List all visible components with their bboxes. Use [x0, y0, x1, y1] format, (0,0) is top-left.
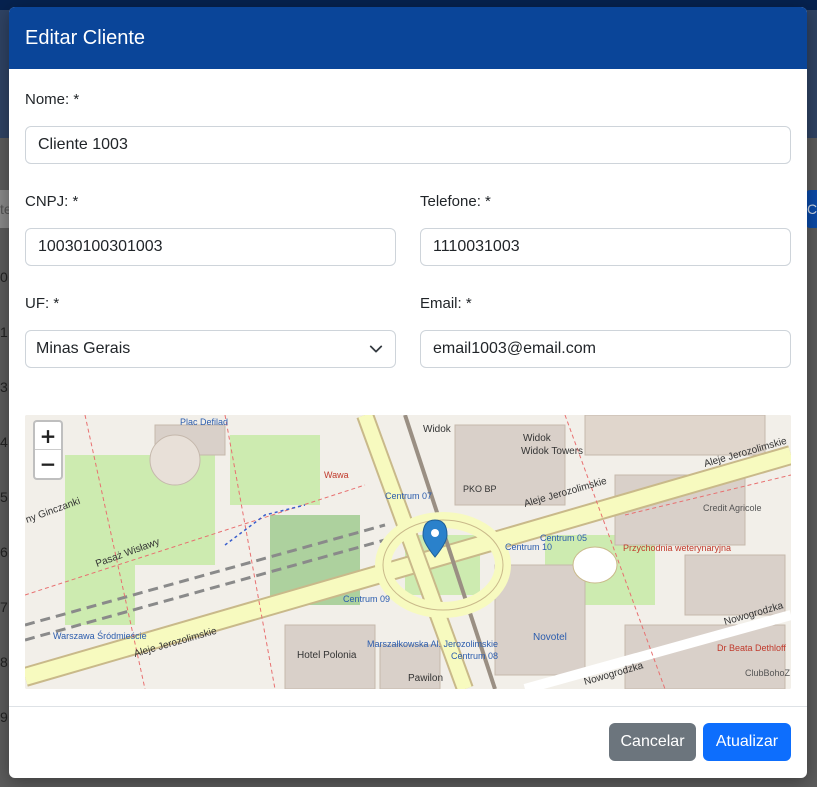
map-label: Marszałkowska Al. Jerozolimskie — [367, 639, 498, 649]
modal-header: Editar Cliente — [9, 7, 807, 69]
background-row-number: 7 — [0, 599, 8, 615]
background-row-number: 6 — [0, 544, 8, 560]
background-row-number: 3 — [0, 379, 8, 395]
background-row-number: 0 — [0, 269, 8, 285]
map-label: PKO BP — [463, 484, 497, 494]
zoom-in-button[interactable]: + — [35, 422, 61, 450]
map-label: Pawilon — [408, 673, 443, 684]
background-row-number: 4 — [0, 434, 8, 450]
background-row-number: 9 — [0, 709, 8, 725]
uf-select[interactable]: Minas Gerais — [25, 330, 396, 368]
background-table: 0 1 3 4 5 6 7 8 9 — [0, 250, 9, 745]
background-row-number: 5 — [0, 489, 8, 505]
update-button[interactable]: Atualizar — [703, 723, 791, 761]
nome-input[interactable]: Cliente 1003 — [25, 126, 791, 164]
uf-label: UF: * — [25, 295, 60, 312]
nome-label: Nome: * — [25, 91, 80, 108]
uf-selected-value: Minas Gerais — [36, 340, 131, 357]
map-label: Widok — [523, 433, 552, 444]
email-input[interactable]: email1003@email.com — [420, 330, 791, 368]
map-label: Widok — [423, 424, 452, 435]
map-label: Warszawa Śródmieście — [53, 630, 147, 641]
background-button: Ca — [806, 190, 817, 228]
map-label: Credit Agricole — [703, 503, 762, 513]
cancel-button[interactable]: Cancelar — [609, 723, 696, 761]
cnpj-input[interactable]: 10030100301003 — [25, 228, 396, 266]
telefone-label: Telefone: * — [420, 193, 491, 210]
cnpj-label: CNPJ: * — [25, 193, 79, 210]
chevron-down-icon — [369, 342, 383, 356]
park-area — [230, 435, 320, 505]
background-row-number: 8 — [0, 654, 8, 670]
map-label: Hotel Polonia — [297, 650, 357, 661]
map-label: Centrum 08 — [451, 651, 498, 661]
background-row-number: 1 — [0, 324, 8, 340]
email-label: Email: * — [420, 295, 472, 312]
modal-title: Editar Cliente — [25, 26, 146, 49]
location-map[interactable]: + − Plac Defilad Widok Widok Widok Tower… — [25, 415, 791, 689]
map-label: Wawa — [324, 470, 349, 480]
map-label: Centrum 09 — [343, 594, 390, 604]
modal-footer: Cancelar Atualizar — [9, 706, 807, 778]
zoom-control: + − — [33, 420, 63, 480]
edit-client-modal: Editar Cliente Nome: * Cliente 1003 CNPJ… — [9, 7, 807, 778]
map-label: Widok Towers — [521, 446, 583, 457]
map-label: Centrum 05 — [540, 533, 587, 543]
modal-body: Nome: * Cliente 1003 CNPJ: * 10030100301… — [9, 69, 807, 706]
map-tiles: Plac Defilad Widok Widok Widok Towers Wa… — [25, 415, 791, 689]
zoom-out-button[interactable]: − — [35, 450, 61, 478]
map-label: Plac Defilad — [180, 417, 228, 427]
map-label: Novotel — [533, 632, 567, 643]
map-label: ClubBohoZ — [745, 668, 791, 678]
map-label: Przychodnia weterynaryjna — [623, 543, 731, 553]
telefone-input[interactable]: 1110031003 — [420, 228, 791, 266]
building — [494, 564, 586, 676]
map-label: Centrum 10 — [505, 542, 552, 552]
map-label: Centrum 07 — [385, 491, 432, 501]
map-label: Dr Beata Dethloff — [717, 643, 786, 653]
